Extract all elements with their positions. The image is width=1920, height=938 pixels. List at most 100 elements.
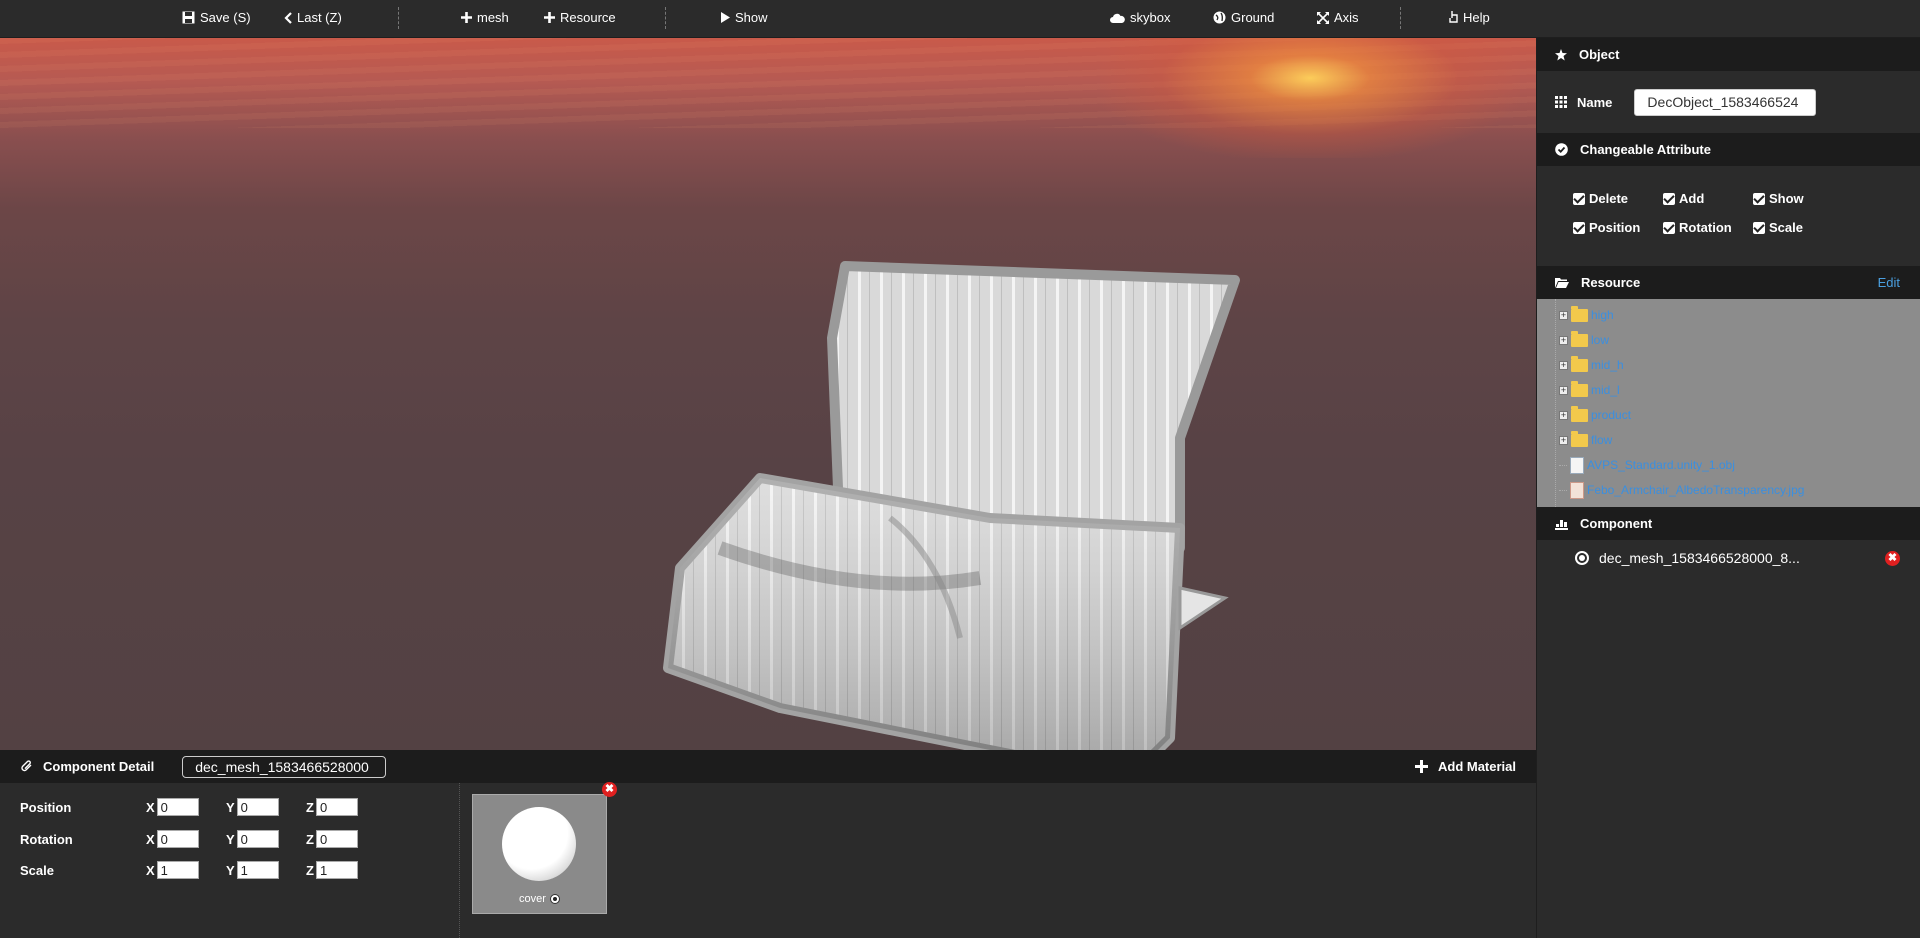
add-material-button[interactable]: Add Material [1414,759,1516,774]
show-checkbox[interactable]: Show [1753,184,1843,213]
component-list-item[interactable]: dec_mesh_1583466528000_8... ✖ [1537,540,1920,576]
y-label: Y [226,831,235,847]
add-mesh-button[interactable]: mesh [461,0,509,35]
changeable-title: Changeable Attribute [1580,142,1711,157]
tree-guide-line [1555,299,1556,507]
tree-file-obj[interactable]: AVPS_Standard.unity_1.obj [1559,455,1735,475]
expand-icon[interactable]: + [1559,385,1568,395]
expand-icon[interactable]: + [1559,360,1568,370]
skybox-label: skybox [1130,10,1171,25]
tree-item-label: product [1591,408,1632,422]
folder-icon [1571,380,1588,397]
checkbox-checked-icon [1753,221,1765,234]
resource-tree[interactable]: + high + low + mid_h + mid_l + product + flow … [1537,299,1920,507]
object-name-input[interactable] [1634,88,1817,116]
save-button[interactable]: Save (S) [182,0,251,35]
skybox-button[interactable]: skybox [1110,0,1170,35]
blanket-armchair-model [663,261,1240,750]
rotation-y-input[interactable] [236,830,279,848]
component-detail-title: Component Detail [43,759,155,774]
name-label: Name [1577,94,1613,110]
z-label: Z [306,831,314,847]
scale-checkbox[interactable]: Scale [1753,213,1843,242]
paperclip-icon [21,760,32,772]
last-button[interactable]: Last (Z) [284,0,342,35]
scale-z-input[interactable] [315,861,358,879]
tree-item-label: high [1591,308,1614,322]
ground-button[interactable]: Ground [1213,0,1274,35]
material-radio-icon[interactable] [549,894,560,904]
3d-viewport[interactable] [0,38,1536,750]
tree-item-label: mid_l [1591,383,1620,397]
tree-folder-mid-h[interactable]: + mid_h [1559,355,1624,375]
object-title: Object [1579,47,1620,62]
position-label: Position [1589,220,1641,235]
delete-checkbox[interactable]: Delete [1573,184,1663,213]
position-x-input[interactable] [156,798,199,816]
checkbox-checked-icon [1573,221,1585,234]
folder-icon [1571,355,1588,372]
expand-icon[interactable]: + [1559,435,1568,445]
save-icon [182,11,195,24]
tree-folder-flow[interactable]: + flow [1559,430,1612,450]
rotation-x-input[interactable] [156,830,199,848]
play-icon [721,12,730,23]
tree-folder-mid-l[interactable]: + mid_l [1559,380,1620,400]
axis-button[interactable]: Axis [1317,0,1359,35]
material-card[interactable]: cover [472,794,607,914]
checkbox-checked-icon [1663,221,1675,234]
radio-selected-icon[interactable] [1575,551,1589,565]
tree-folder-high[interactable]: + high [1559,305,1614,325]
expand-icon[interactable]: + [1559,335,1568,345]
resource-label: Resource [560,10,616,25]
top-toolbar: Save (S) Last (Z) mesh Resource Show sky… [0,0,1920,38]
expand-icon[interactable]: + [1559,310,1568,320]
folder-icon [1571,430,1588,447]
tree-folder-low[interactable]: + low [1559,330,1609,350]
material-label: cover [519,893,546,905]
plus-icon [461,12,472,23]
hand-pointer-icon [1449,11,1458,23]
tree-folder-product[interactable]: + product [1559,405,1631,425]
resource-edit-link[interactable]: Edit [1878,275,1900,290]
tree-item-label: low [1591,333,1610,347]
tree-item-label: AVPS_Standard.unity_1.obj [1587,458,1735,472]
bar-chart-icon [1555,519,1568,530]
position-checkbox[interactable]: Position [1573,213,1663,242]
component-detail-header: Component Detail Add Material [0,750,1536,783]
add-checkbox[interactable]: Add [1663,184,1753,213]
plus-icon [1414,760,1428,773]
expand-icon[interactable]: + [1559,410,1568,420]
checkbox-checked-icon [1663,192,1675,205]
delete-component-icon[interactable]: ✖ [1885,550,1900,566]
resource-section-header: Resource Edit [1537,266,1920,299]
rotation-z-input[interactable] [315,830,358,848]
check-circle-icon [1555,143,1568,156]
show-button[interactable]: Show [721,0,768,35]
toolbar-divider [398,7,399,29]
rotation-label: Rotation [1679,220,1732,235]
star-icon [1555,48,1567,60]
sun-glow [1100,38,1520,158]
help-button[interactable]: Help [1449,0,1490,35]
delete-label: Delete [1589,191,1629,206]
rotation-row: Rotation X Y Z [20,829,386,849]
add-resource-button[interactable]: Resource [544,0,616,35]
save-label: Save (S) [200,10,251,25]
rotation-checkbox[interactable]: Rotation [1663,213,1753,242]
globe-icon [1213,11,1226,24]
scale-x-input[interactable] [156,861,199,879]
x-label: X [146,862,155,878]
axis-label: Axis [1334,10,1359,25]
delete-material-icon[interactable]: ✖ [602,782,617,797]
position-label: Position [20,799,72,815]
last-label: Last (Z) [297,10,342,25]
tree-connector [1559,489,1567,491]
position-z-input[interactable] [315,798,358,816]
folder-open-icon [1555,278,1569,288]
component-name-input[interactable] [182,755,387,778]
position-y-input[interactable] [236,798,279,816]
tree-file-jpg[interactable]: Febo_Armchair_AlbedoTransparency.jpg [1559,480,1804,500]
scale-row: Scale X Y Z [20,860,386,880]
scale-y-input[interactable] [236,861,279,879]
